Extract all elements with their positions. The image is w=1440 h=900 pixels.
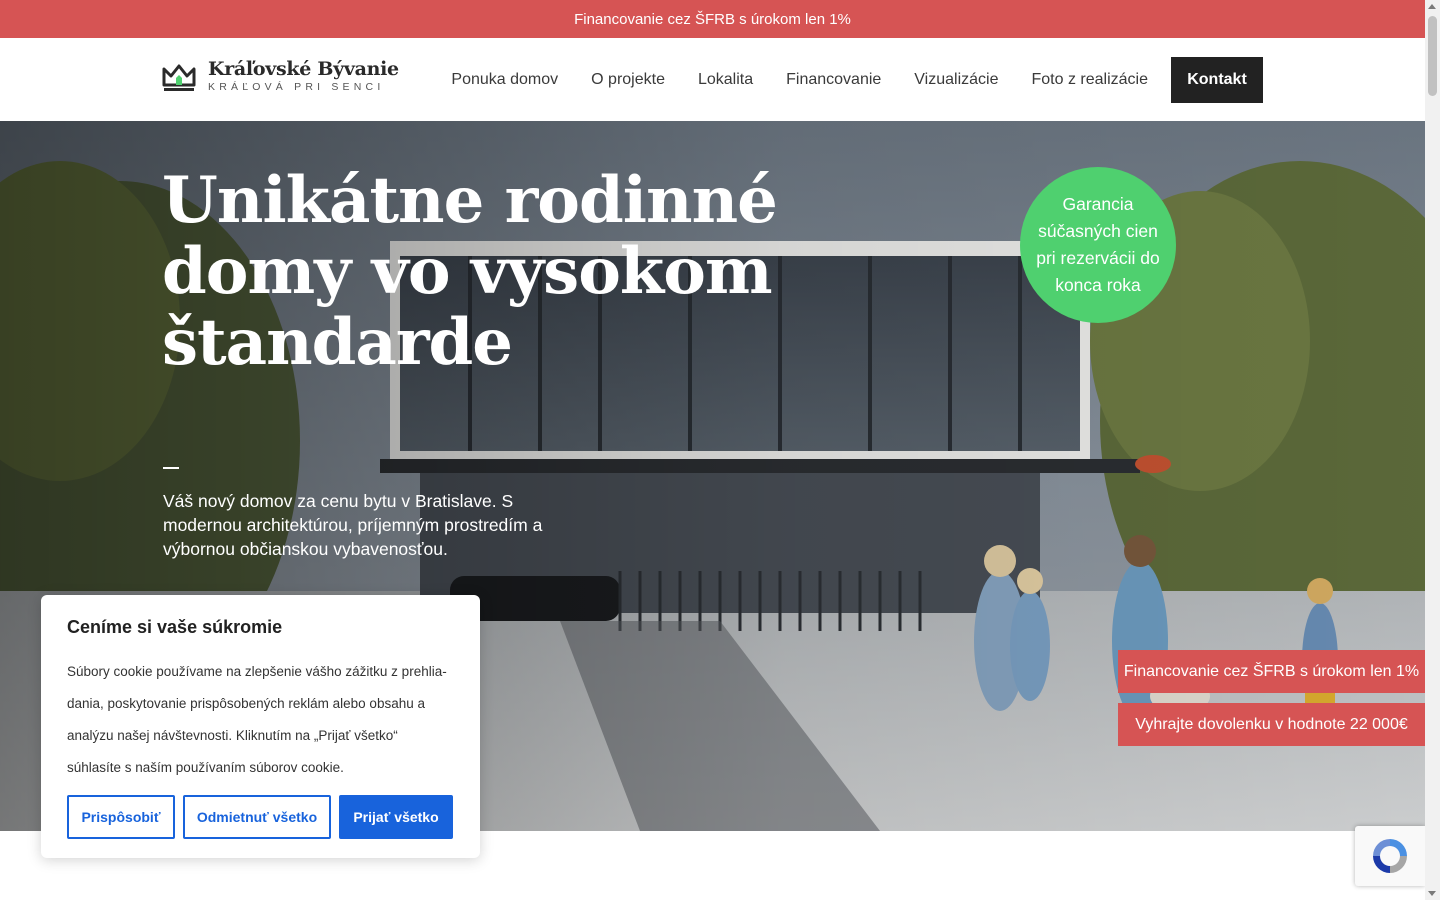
nav-item-o-projekte[interactable]: O projekte [591,71,665,89]
scroll-down-arrow-icon[interactable] [1428,891,1436,896]
nav-item-financovanie[interactable]: Financovanie [786,71,881,89]
site-header: Kráľovské Bývanie KRÁĽOVÁ PRI SENCI Ponu… [0,38,1425,121]
top-announcement-bar: Financovanie cez ŠFRB s úrokom len 1% [0,0,1425,38]
cookie-title: Ceníme si vaše súkromie [67,617,283,637]
cookie-customize-button[interactable]: Prispôsobiť [67,795,175,839]
scroll-up-arrow-icon[interactable] [1428,4,1436,9]
contact-button[interactable]: Kontakt [1171,57,1263,103]
promo-financing-button[interactable]: Financovanie cez ŠFRB s úrokom len 1% [1118,650,1425,693]
nav-item-vizualizacie[interactable]: Vizualizácie [914,71,998,89]
cookie-description: Súbory cookie používame na zlepšenie váš… [67,664,447,775]
main-nav: Ponuka domov O projekte Lokalita Financo… [418,57,1263,103]
nav-item-lokalita[interactable]: Lokalita [698,71,753,89]
logo-subtitle: KRÁĽOVÁ PRI SENCI [208,81,385,93]
cookie-reject-all-button[interactable]: Odmietnuť všetko [183,795,331,839]
cookie-consent-dialog: Ceníme si vaše súkromie Súbory cookie po… [41,595,480,858]
hero-title: Unikátne rodinné domy vo vysokom štandar… [162,163,778,380]
cookie-accept-all-button[interactable]: Prijať všetko [339,795,453,839]
logo-name: Kráľovské Bývanie [208,58,399,80]
price-guarantee-badge: Garancia súčasných cien pri rezervácii d… [1020,167,1176,323]
cookie-buttons: Prispôsobiť Odmietnuť všetko Prijať všet… [67,795,453,839]
hero-description: Váš nový domov za cenu bytu v Bratislave… [163,491,543,559]
crown-house-icon [162,64,196,91]
logo[interactable]: Kráľovské Bývanie KRÁĽOVÁ PRI SENCI [162,58,399,93]
scroll-thumb[interactable] [1428,16,1437,96]
page-scrollbar[interactable] [1425,0,1440,900]
promo-vacation-button[interactable]: Vyhrajte dovolenku v hodnote 22 000€ [1118,703,1425,746]
announcement-link[interactable]: Financovanie cez ŠFRB s úrokom len 1% [574,11,851,28]
hero-divider [163,467,179,469]
nav-item-foto-z-realizacie[interactable]: Foto z realizácie [1032,71,1149,89]
nav-item-ponuka-domov[interactable]: Ponuka domov [451,71,558,89]
recaptcha-badge[interactable] [1355,826,1425,886]
recaptcha-icon [1373,839,1407,873]
